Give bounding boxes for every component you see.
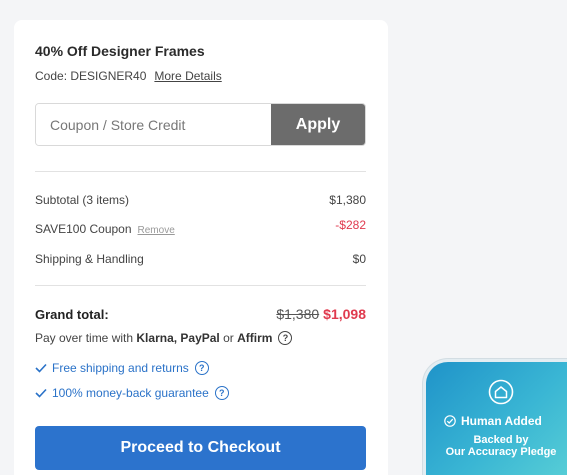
- coupon-input[interactable]: [36, 104, 271, 145]
- payover-joiner: or: [223, 331, 234, 345]
- shipping-value: $0: [352, 252, 366, 266]
- accuracy-pledge-badge[interactable]: Human Added Backed by Our Accuracy Pledg…: [426, 362, 567, 475]
- pledge-line2: Our Accuracy Pledge: [445, 446, 557, 458]
- more-details-link[interactable]: More Details: [154, 69, 221, 83]
- grand-total-old-price: $1,380: [276, 306, 320, 322]
- coupon-label: SAVE100 Coupon: [35, 222, 132, 236]
- shipping-label: Shipping & Handling: [35, 252, 144, 266]
- home-icon: [488, 379, 514, 405]
- pledge-headline: Human Added: [444, 414, 542, 428]
- pledge-line1: Backed by: [473, 434, 529, 446]
- benefit-label: Free shipping and returns: [52, 361, 189, 375]
- coupon-row: SAVE100 Coupon Remove -$282: [35, 218, 366, 236]
- benefit-money-back: 100% money-back guarantee ?: [35, 386, 229, 400]
- divider: [35, 171, 366, 172]
- payover-providers: Klarna, PayPal: [136, 331, 220, 345]
- grand-total-new-price: $1,098: [323, 306, 366, 322]
- pledge-headline-text: Human Added: [461, 414, 542, 428]
- promo-code: Code: DESIGNER40 More Details: [35, 69, 222, 83]
- subtotal-value: $1,380: [329, 193, 366, 207]
- check-icon: [35, 363, 47, 373]
- payover-prefix: Pay over time with: [35, 331, 134, 345]
- apply-button[interactable]: Apply: [271, 104, 365, 145]
- grand-total-label: Grand total:: [35, 307, 109, 322]
- coupon-form: Apply: [35, 103, 366, 146]
- payover-last-provider: Affirm: [237, 331, 273, 345]
- promo-title: 40% Off Designer Frames: [35, 43, 205, 59]
- benefit-label: 100% money-back guarantee: [52, 386, 209, 400]
- subtotal-label: Subtotal (3 items): [35, 193, 130, 207]
- shipping-row: Shipping & Handling $0: [35, 252, 366, 266]
- coupon-value: -$282: [335, 218, 366, 232]
- divider: [35, 285, 366, 286]
- help-icon[interactable]: ?: [194, 361, 209, 375]
- promo-code-text: Code: DESIGNER40: [35, 69, 147, 83]
- benefit-free-shipping: Free shipping and returns ?: [35, 361, 209, 375]
- check-icon: [35, 388, 47, 398]
- grand-total-row: Grand total: $1,380 $1,098: [35, 306, 366, 324]
- subtotal-row: Subtotal (3 items) $1,380: [35, 193, 366, 207]
- remove-coupon-link[interactable]: Remove: [138, 225, 175, 236]
- order-summary-card: 40% Off Designer Frames Code: DESIGNER40…: [14, 20, 388, 475]
- help-icon[interactable]: ?: [214, 386, 229, 400]
- proceed-to-checkout-button[interactable]: Proceed to Checkout: [35, 426, 366, 470]
- check-circle-icon: [444, 415, 456, 427]
- help-icon[interactable]: ?: [278, 331, 293, 345]
- pay-over-time: Pay over time with Klarna, PayPal or Aff…: [35, 331, 293, 345]
